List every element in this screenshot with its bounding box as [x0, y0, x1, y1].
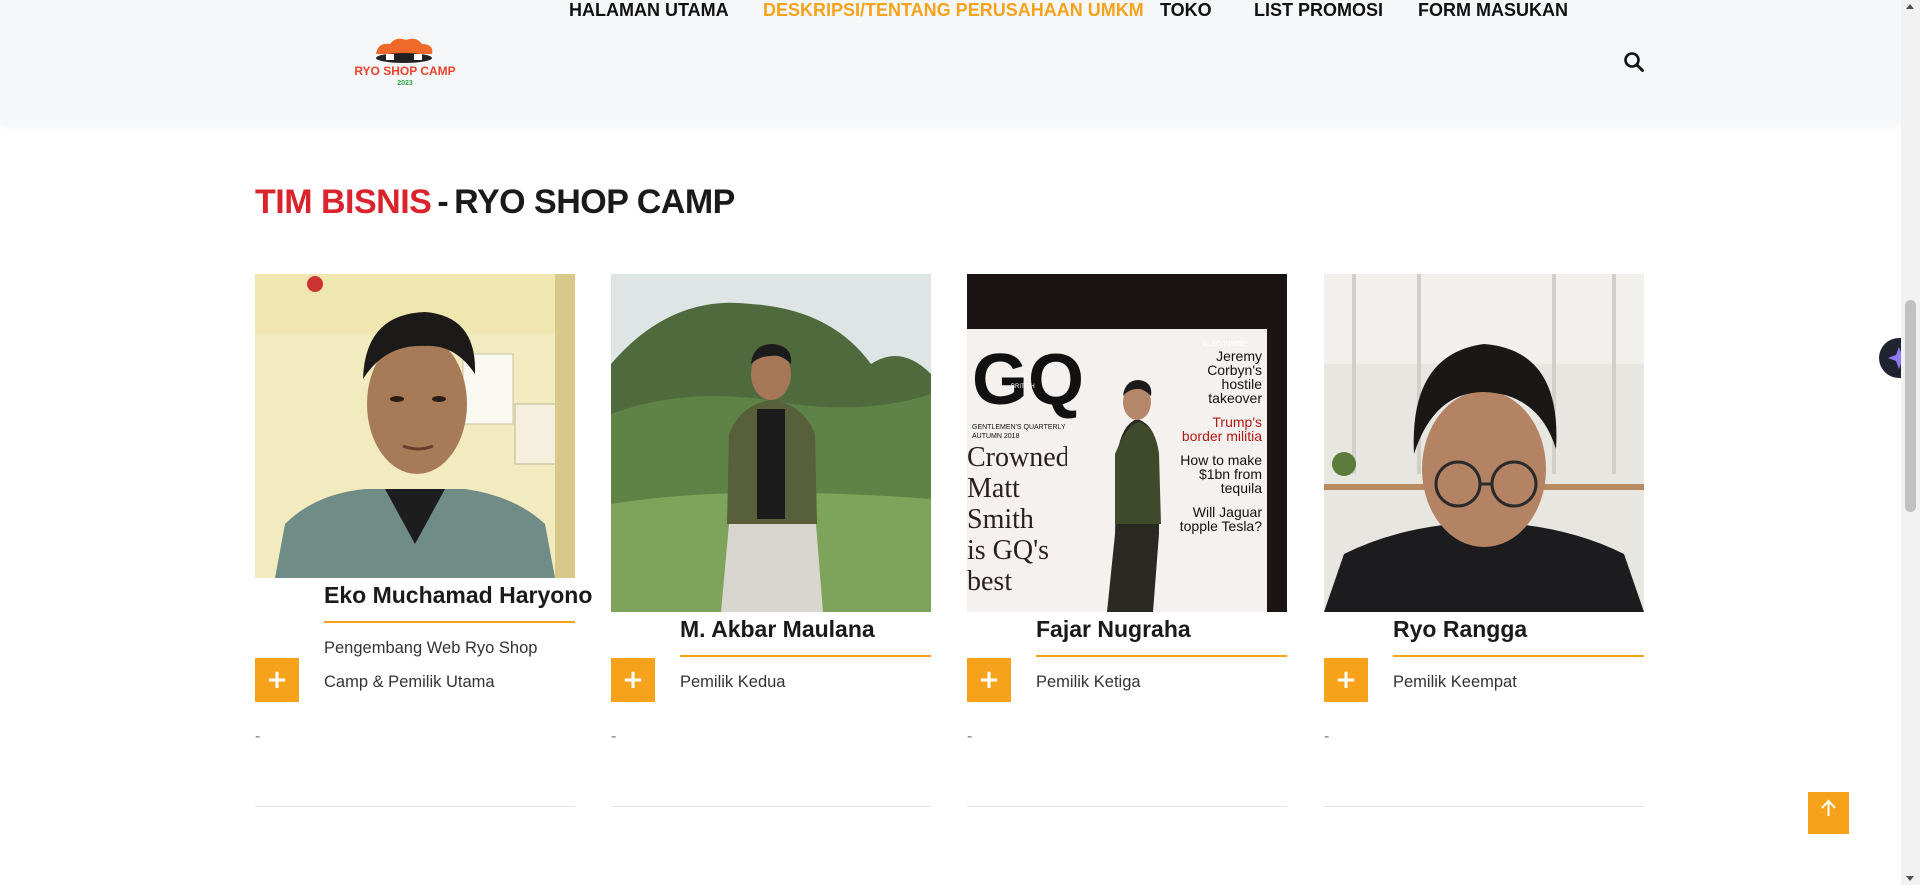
scroll-thumb[interactable] [1905, 300, 1916, 512]
name-underline [680, 655, 931, 657]
member-role: Pengembang Web Ryo Shop Camp & Pemilik U… [324, 639, 538, 691]
magazine-headline-1: Jeremy Corbyn's hostile takeover [1207, 349, 1262, 406]
member-photo [255, 274, 575, 578]
magazine-headline-2: Trump's border militia [1181, 414, 1262, 444]
magazine-headline-4: Will Jaguar topple Tesla? [1179, 504, 1262, 534]
site-header: RYO SHOP CAMP 2023 HALAMAN UTAMA DESKRIP… [0, 0, 1901, 124]
member-name: M. Akbar Maulana [680, 616, 875, 642]
section-title: TIM BISNIS - RYO SHOP CAMP [255, 183, 735, 222]
expand-plus-button[interactable]: + [967, 658, 1011, 702]
search-icon[interactable] [1623, 51, 1645, 73]
member-photo [611, 274, 931, 612]
nav-list-promosi[interactable]: LIST PROMOSI [1254, 0, 1383, 21]
scroll-up-icon[interactable] [1906, 4, 1914, 9]
member-name: Ryo Rangga [1393, 616, 1528, 642]
back-to-top-button[interactable] [1808, 792, 1849, 834]
member-role: Pemilik Keempat [1393, 673, 1517, 691]
page-scrollbar[interactable] [1901, 0, 1920, 885]
member-name: Eko Muchamad Haryono [324, 582, 593, 608]
team-card: GQ BRITISH GENTLEMEN'S QUARTERLY AUTUMN … [967, 274, 1287, 807]
member-note: - [611, 728, 617, 745]
member-note: - [255, 728, 261, 745]
magazine-cover-text-1: Crowned! [967, 442, 1067, 473]
team-card: + Eko Muchamad Haryono Pengembang Web Ry… [255, 274, 592, 807]
section-title-separator: - [437, 183, 449, 221]
nav-toko[interactable]: TOKO [1160, 0, 1212, 21]
scroll-down-icon[interactable] [1906, 876, 1914, 881]
name-underline [324, 621, 575, 623]
card-divider [1324, 806, 1644, 807]
magazine-brand: GQ [972, 340, 1084, 420]
nav-form-masukan[interactable]: FORM MASUKAN [1418, 0, 1568, 21]
card-divider [611, 806, 931, 807]
magazine-headline-3: How to make $1bn from tequila [1180, 452, 1262, 496]
card-divider [967, 806, 1287, 807]
member-photo: GQ BRITISH GENTLEMEN'S QUARTERLY AUTUMN … [967, 274, 1287, 612]
team-card: + Ryo Rangga Pemilik Keempat - [1324, 274, 1644, 807]
team-card: + M. Akbar Maulana Pemilik Kedua - [611, 274, 931, 807]
magazine-date: AUTUMN 2018 [972, 433, 1020, 440]
member-note: - [1324, 728, 1330, 745]
name-underline [1036, 655, 1287, 657]
arrow-up-icon [1821, 799, 1836, 816]
card-divider [255, 806, 575, 807]
expand-plus-button[interactable]: + [611, 658, 655, 702]
nav-halaman-utama[interactable]: HALAMAN UTAMA [569, 0, 729, 21]
logo-year: 2023 [397, 80, 413, 86]
magazine-cover-text-3: is GQ's best [967, 535, 1050, 597]
expand-plus-button[interactable]: + [255, 658, 299, 702]
magazine-cover-text-2: Matt Smith [967, 473, 1034, 535]
name-underline [1393, 655, 1644, 657]
section-title-accent: TIM BISNIS [255, 183, 432, 221]
site-logo[interactable]: RYO SHOP CAMP 2023 [312, 36, 498, 86]
magazine-inside: ALSO INSIDE: [1202, 341, 1249, 348]
member-name: Fajar Nugraha [1036, 616, 1191, 642]
member-role: Pemilik Kedua [680, 673, 786, 691]
nav-deskripsi[interactable]: DESKRIPSI/TENTANG PERUSAHAAN UMKM [763, 0, 1144, 21]
expand-plus-button[interactable]: + [1324, 658, 1368, 702]
member-note: - [967, 728, 973, 745]
member-role: Pemilik Ketiga [1036, 673, 1141, 691]
page: RYO SHOP CAMP 2023 HALAMAN UTAMA DESKRIP… [0, 0, 1920, 885]
magazine-masthead: GENTLEMEN'S QUARTERLY [972, 424, 1066, 431]
logo-text: RYO SHOP CAMP [354, 64, 455, 78]
section-title-main: RYO SHOP CAMP [454, 183, 735, 221]
member-photo [1324, 274, 1644, 612]
magazine-edition: BRITISH [1011, 384, 1035, 390]
